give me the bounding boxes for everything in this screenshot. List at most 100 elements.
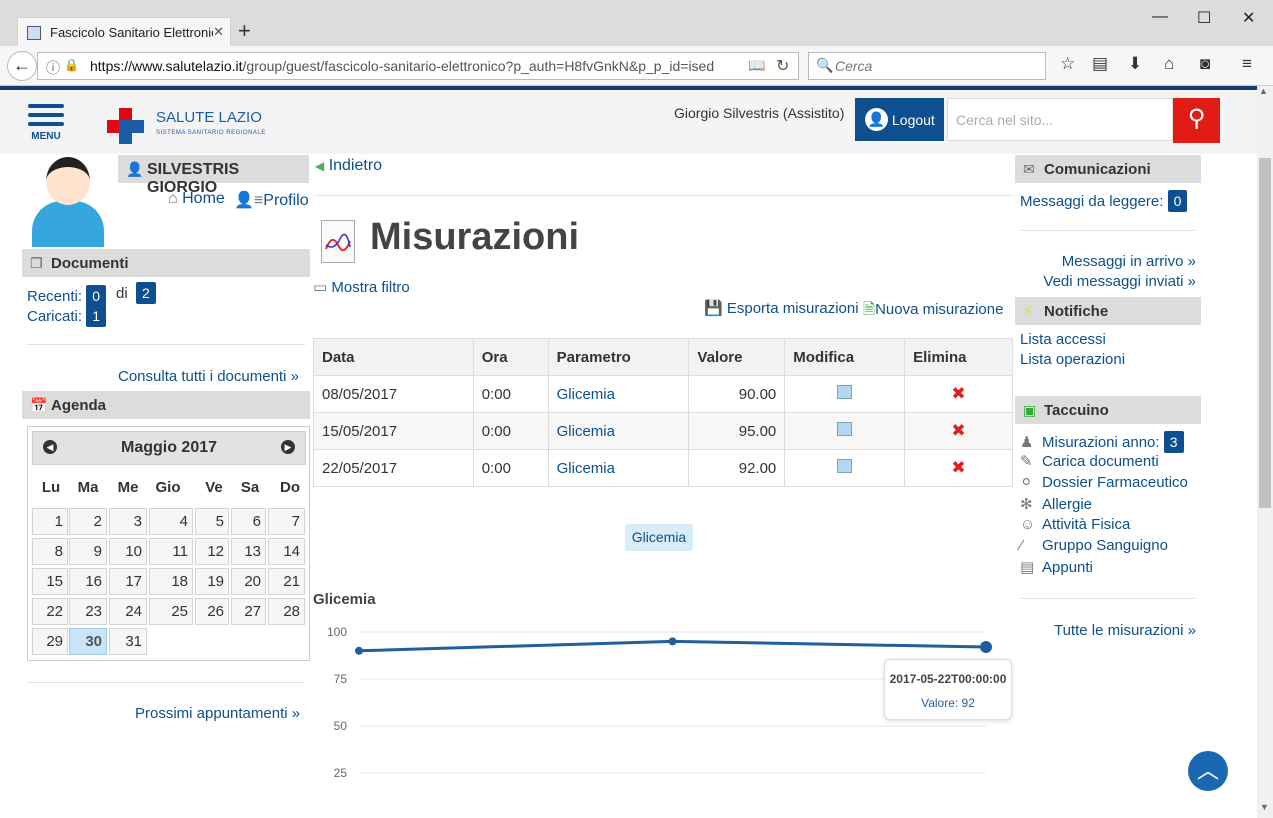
recenti-link[interactable]: Recenti: 0 xyxy=(27,285,106,307)
calendar-day[interactable]: 30 xyxy=(69,628,107,655)
scroll-thumb[interactable] xyxy=(1259,158,1271,508)
lista-accessi-link[interactable]: Lista accessi xyxy=(1020,331,1106,348)
home-link[interactable]: ⌂ Home xyxy=(168,190,225,208)
next-month-icon[interactable]: ▶ xyxy=(281,440,295,454)
browser-search-input[interactable]: 🔍 Cerca xyxy=(808,52,1046,80)
messaggi-in-arrivo-link[interactable]: Messaggi in arrivo » xyxy=(1062,253,1196,270)
bookmark-star-icon[interactable]: ☆ xyxy=(1060,54,1075,74)
logout-button[interactable]: 👤 Logout xyxy=(855,98,944,141)
calendar-day[interactable]: 31 xyxy=(109,628,147,655)
cell-parametro[interactable]: Glicemia xyxy=(547,412,690,450)
appunti-link[interactable]: ▤ Appunti xyxy=(1020,558,1093,576)
calendar-day[interactable]: 24 xyxy=(109,598,147,625)
delete-icon[interactable]: ✖ xyxy=(951,458,965,477)
calendar-day[interactable]: 7 xyxy=(268,508,305,535)
maximize-icon[interactable]: ☐ xyxy=(1197,8,1211,28)
browser-tab[interactable]: Fascicolo Sanitario Elettronic ✕ xyxy=(17,17,231,47)
glicemia-filter-pill[interactable]: Glicemia xyxy=(625,524,693,551)
calendar-day[interactable]: 15 xyxy=(32,568,68,595)
calendar-day[interactable]: 21 xyxy=(268,568,305,595)
dossier-farmaceutico-link[interactable]: ⚪ Dossier Farmaceutico xyxy=(1020,473,1188,491)
calendar-day[interactable]: 2 xyxy=(69,508,107,535)
menu-button[interactable]: MENU xyxy=(28,104,64,142)
calendar-day[interactable]: 12 xyxy=(195,538,229,565)
allergie-link[interactable]: ✻ Allergie xyxy=(1020,495,1092,513)
back-link[interactable]: ◀ Indietro xyxy=(315,157,382,175)
carica-documenti-link[interactable]: ✎ Carica documenti xyxy=(1020,452,1159,470)
col-parametro[interactable]: Parametro xyxy=(547,338,690,376)
prev-month-icon[interactable]: ◀ xyxy=(43,440,57,454)
close-tab-icon[interactable]: ✕ xyxy=(213,24,224,40)
reader-view-icon[interactable]: 📖 xyxy=(742,57,772,74)
calendar-day[interactable]: 11 xyxy=(149,538,193,565)
reload-icon[interactable]: ↻ xyxy=(776,56,789,76)
home-icon[interactable]: ⌂ xyxy=(1164,54,1174,74)
delete-icon[interactable]: ✖ xyxy=(951,421,965,440)
scroll-to-top-button[interactable]: ︿ xyxy=(1188,751,1228,791)
col-data[interactable]: Data xyxy=(313,338,474,376)
calendar-day[interactable]: 29 xyxy=(32,628,68,655)
edit-icon[interactable] xyxy=(837,385,853,399)
calendar-day[interactable]: 10 xyxy=(109,538,147,565)
calendar-day[interactable]: 25 xyxy=(149,598,193,625)
page-scrollbar[interactable]: ▲ ▼ xyxy=(1257,86,1273,818)
calendar-day[interactable]: 16 xyxy=(69,568,107,595)
consulta-documenti-link[interactable]: Consulta tutti i documenti » xyxy=(118,368,299,385)
prossimi-appuntamenti-link[interactable]: Prossimi appuntamenti » xyxy=(135,705,300,722)
scroll-down-icon[interactable]: ▼ xyxy=(1260,802,1269,812)
col-ora[interactable]: Ora xyxy=(472,338,549,376)
esporta-link[interactable]: 💾 Esporta misurazioni xyxy=(704,299,859,317)
edit-icon[interactable] xyxy=(837,459,853,473)
calendar-day[interactable]: 17 xyxy=(109,568,147,595)
col-valore[interactable]: Valore xyxy=(688,338,786,376)
calendar-day[interactable]: 27 xyxy=(231,598,266,625)
hamburger-menu-icon[interactable]: ≡ xyxy=(1242,54,1252,74)
nuova-misurazione-link[interactable]: 🗎Nuova misurazione xyxy=(863,299,1003,324)
calendar-day[interactable]: 1 xyxy=(32,508,68,535)
caricati-link[interactable]: Caricati: 1 xyxy=(27,305,106,327)
messaggi-inviati-link[interactable]: Vedi messaggi inviati » xyxy=(1043,273,1196,290)
calendar-day[interactable]: 22 xyxy=(32,598,68,625)
minimize-icon[interactable]: — xyxy=(1152,8,1168,26)
new-tab-icon[interactable]: + xyxy=(238,18,251,44)
download-icon[interactable]: ⬇ xyxy=(1128,54,1142,74)
edit-icon[interactable] xyxy=(837,422,853,436)
col-elimina: Elimina xyxy=(904,338,1013,376)
patient-name-box: 👤 SILVESTRIS GIORGIO xyxy=(118,155,309,196)
pocket-icon[interactable]: ◙ xyxy=(1200,54,1210,74)
calendar-day[interactable]: 26 xyxy=(195,598,229,625)
back-icon[interactable]: ← xyxy=(7,51,37,81)
calendar-day[interactable]: 9 xyxy=(69,538,107,565)
gruppo-sanguigno-link[interactable]: ⁄ Gruppo Sanguigno xyxy=(1020,537,1168,554)
salute-lazio-logo[interactable] xyxy=(107,108,144,144)
delete-icon[interactable]: ✖ xyxy=(951,384,965,403)
profile-link[interactable]: 👤≡Profilo xyxy=(234,190,309,210)
tutte-misurazioni-link[interactable]: Tutte le misurazioni » xyxy=(1054,622,1196,639)
mostra-filtro-link[interactable]: ▭ Mostra filtro xyxy=(313,278,410,296)
calendar-day[interactable]: 4 xyxy=(149,508,193,535)
site-search-input[interactable]: Cerca nel sito... xyxy=(947,98,1173,141)
calendar-day[interactable]: 3 xyxy=(109,508,147,535)
misurazioni-anno-link[interactable]: ♟ Misurazioni anno: 3 xyxy=(1020,431,1184,453)
messaggi-da-leggere-link[interactable]: Messaggi da leggere: 0 xyxy=(1020,190,1188,212)
calendar-day[interactable]: 13 xyxy=(231,538,266,565)
calendar-day[interactable]: 20 xyxy=(231,568,266,595)
calendar-day[interactable]: 28 xyxy=(268,598,305,625)
info-icon[interactable]: ⓘ xyxy=(46,58,60,78)
url-bar[interactable]: ⓘ 🔒 https://www.salutelazio.it/group/gue… xyxy=(37,52,799,80)
calendar-day[interactable]: 18 xyxy=(149,568,193,595)
cell-parametro[interactable]: Glicemia xyxy=(547,375,690,413)
cell-parametro[interactable]: Glicemia xyxy=(547,449,690,487)
calendar-day[interactable]: 23 xyxy=(69,598,107,625)
attivita-fisica-link[interactable]: ☺ Attività Fisica xyxy=(1020,516,1130,533)
calendar-day[interactable]: 8 xyxy=(32,538,68,565)
calendar-day[interactable]: 6 xyxy=(231,508,266,535)
calendar-day[interactable]: 19 xyxy=(195,568,229,595)
bookmarks-list-icon[interactable]: ▤ xyxy=(1092,54,1108,74)
lista-operazioni-link[interactable]: Lista operazioni xyxy=(1020,351,1125,368)
scroll-up-icon[interactable]: ▲ xyxy=(1259,86,1268,96)
calendar-day[interactable]: 5 xyxy=(195,508,229,535)
calendar-day[interactable]: 14 xyxy=(268,538,305,565)
site-search-button[interactable]: ⚲ xyxy=(1173,98,1220,143)
window-close-icon[interactable]: ✕ xyxy=(1242,8,1255,28)
